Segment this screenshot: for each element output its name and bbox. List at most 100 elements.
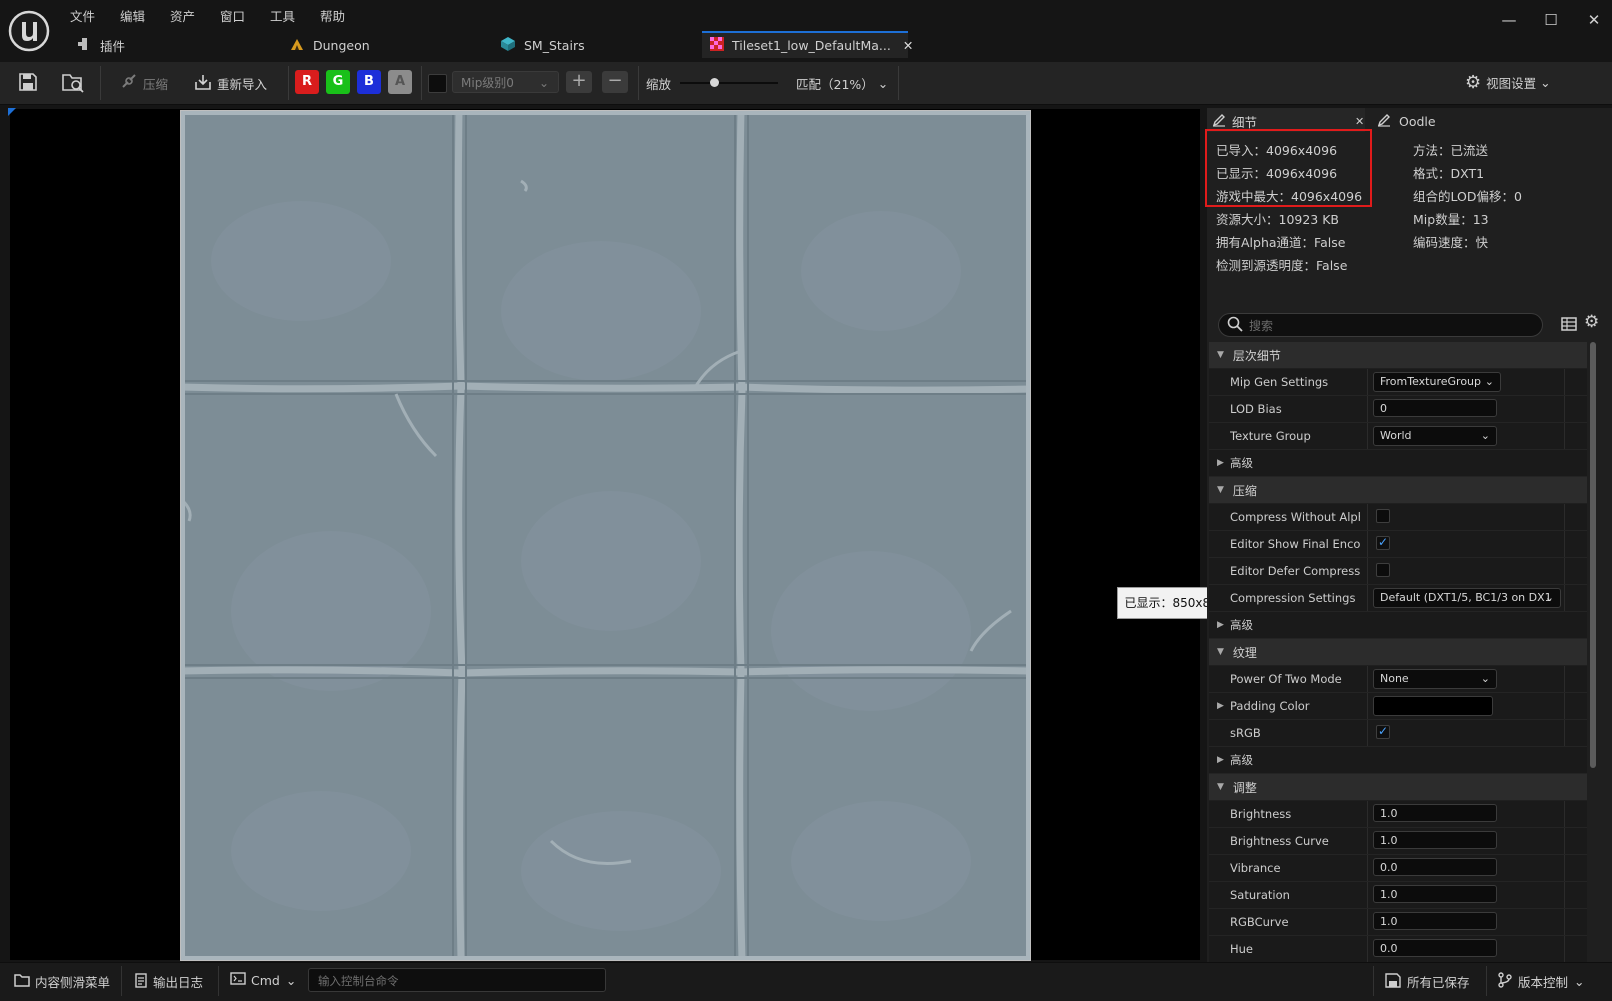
advanced-group-row[interactable]: ▶ 高级 [1209, 612, 1587, 639]
info-format: 格式：DXT1 [1413, 166, 1485, 181]
chevron-down-icon: ⌄ [1480, 672, 1490, 685]
details-search-input[interactable]: 搜索 [1218, 313, 1543, 337]
property-dropdown[interactable]: World ⌄ [1373, 426, 1497, 446]
tab-oodle[interactable]: Oodle [1377, 110, 1436, 132]
all-saved-button[interactable]: 所有已保存 [1385, 972, 1470, 991]
compress-button[interactable]: 压缩 [120, 74, 168, 93]
property-label: Brightness Curve [1230, 834, 1329, 848]
property-dropdown[interactable]: Default (DXT1/5, BC1/3 on DX1 ⌄ [1373, 588, 1561, 608]
expand-arrow-icon[interactable]: ▶ [1217, 620, 1224, 630]
source-control-button[interactable]: 版本控制 ⌄ [1498, 972, 1585, 991]
property-row: LOD Bias 0 [1209, 396, 1587, 423]
mip-increase-button[interactable]: + [566, 71, 592, 93]
category-header[interactable]: ▼ 压缩 [1209, 477, 1587, 503]
channel-g-toggle[interactable]: G [326, 70, 350, 94]
minimize-icon[interactable]: — [1496, 10, 1522, 30]
tab-plugins[interactable]: 插件 [76, 31, 125, 60]
property-row: sRGB [1209, 720, 1587, 747]
column-divider [1564, 558, 1565, 584]
property-dropdown[interactable]: None ⌄ [1373, 669, 1497, 689]
cmd-dropdown[interactable]: Cmd ⌄ [230, 972, 296, 988]
property-value-input[interactable]: 0.0 [1373, 858, 1497, 876]
mip-checkbox[interactable] [428, 74, 447, 93]
settings-gear-icon[interactable]: ⚙ [1584, 312, 1599, 332]
menu-item[interactable]: 资产 [170, 6, 195, 25]
category-header[interactable]: ▼ 层次细节 [1209, 342, 1587, 368]
zoom-fit-dropdown[interactable]: 匹配（21%） ⌄ [796, 74, 888, 93]
property-value-input[interactable]: 0 [1373, 399, 1497, 417]
maximize-icon[interactable]: ☐ [1538, 10, 1564, 30]
channel-b-toggle[interactable]: B [357, 70, 381, 94]
info-has-alpha: 拥有Alpha通道：False [1216, 235, 1346, 250]
menu-item[interactable]: 工具 [270, 6, 295, 25]
mip-level-dropdown[interactable]: Mip级别0 ⌄ [452, 71, 559, 93]
property-dropdown[interactable]: FromTextureGroup ⌄ [1373, 372, 1501, 392]
zoom-slider-thumb[interactable] [710, 78, 719, 87]
search-icon [1227, 316, 1243, 335]
tab-dungeon[interactable]: Dungeon [289, 31, 370, 60]
property-checkbox[interactable] [1376, 535, 1390, 550]
details-scrollbar[interactable] [1590, 342, 1596, 768]
category-header[interactable]: ▼ 调整 [1209, 774, 1587, 800]
output-log-button[interactable]: 输出日志 [135, 972, 203, 991]
close-window-icon[interactable]: ✕ [1581, 10, 1607, 30]
property-checkbox[interactable] [1376, 509, 1390, 523]
property-value-input[interactable]: 1.0 [1373, 831, 1497, 849]
property-checkbox[interactable] [1376, 724, 1390, 739]
tab-texture-tileset[interactable]: Tileset1_low_DefaultMa... ✕ [702, 31, 913, 58]
property-label: Texture Group [1230, 429, 1311, 443]
channel-r-toggle[interactable]: R [295, 70, 319, 94]
content-drawer-button[interactable]: 内容侧滑菜单 [14, 972, 110, 991]
toolbar-separator [288, 66, 289, 100]
table-view-icon[interactable] [1561, 316, 1577, 332]
unreal-logo[interactable] [8, 10, 50, 52]
expand-arrow-icon[interactable]: ▶ [1217, 755, 1224, 765]
menu-item[interactable]: 窗口 [220, 6, 245, 25]
expand-arrow-icon[interactable]: ▶ [1217, 458, 1224, 468]
column-divider [1367, 369, 1368, 395]
console-command-input[interactable]: 输入控制台命令 [308, 968, 606, 992]
menu-item[interactable]: 编辑 [120, 6, 145, 25]
texture-preview[interactable] [180, 110, 1031, 961]
property-label: LOD Bias [1230, 402, 1282, 416]
zoom-slider[interactable] [680, 78, 778, 87]
property-row: Brightness Curve 1.0 [1209, 828, 1587, 855]
tile-texture-image [181, 111, 1030, 960]
browse-asset-icon[interactable] [61, 72, 85, 94]
chevron-down-icon: ⌄ [1480, 429, 1490, 442]
reimport-button[interactable]: 重新导入 [194, 74, 267, 93]
mip-decrease-button[interactable]: − [602, 71, 628, 93]
tab-label: 插件 [100, 39, 126, 54]
property-value-input[interactable]: 1.0 [1373, 885, 1497, 903]
toolbar-separator [100, 66, 101, 100]
column-divider [1564, 909, 1565, 935]
plugin-icon [76, 36, 92, 55]
collapse-arrow-icon: ▼ [1217, 485, 1224, 495]
column-divider [1367, 801, 1368, 827]
property-value-input[interactable]: 1.0 [1373, 912, 1497, 930]
property-row: Mip Gen Settings FromTextureGroup ⌄ [1209, 369, 1587, 396]
save-icon[interactable] [18, 72, 38, 92]
advanced-group-row[interactable]: ▶ 高级 [1209, 747, 1587, 774]
menu-item[interactable]: 文件 [70, 6, 95, 25]
channel-a-toggle[interactable]: A [388, 70, 412, 94]
property-value-input[interactable]: 1.0 [1373, 804, 1497, 822]
status-separator [121, 966, 122, 996]
close-tab-icon[interactable]: ✕ [903, 38, 913, 53]
color-swatch[interactable] [1373, 696, 1493, 716]
close-tab-icon[interactable]: ✕ [1355, 115, 1364, 128]
gear-icon: ⚙ [1465, 72, 1482, 93]
column-divider [1564, 504, 1565, 530]
column-divider [1367, 828, 1368, 854]
property-label: Saturation [1230, 888, 1290, 902]
menu-item[interactable]: 帮助 [320, 6, 345, 25]
property-value-input[interactable]: 0.0 [1373, 939, 1497, 957]
expand-arrow-icon[interactable]: ▶ [1217, 701, 1224, 711]
advanced-group-row[interactable]: ▶ 高级 [1209, 450, 1587, 477]
category-header[interactable]: ▼ 纹理 [1209, 639, 1587, 665]
tab-sm-stairs[interactable]: SM_Stairs [500, 31, 585, 60]
property-checkbox[interactable] [1376, 563, 1390, 577]
view-settings-button[interactable]: ⚙ 视图设置 ⌄ [1465, 72, 1551, 93]
property-row: Editor Defer Compression [1209, 558, 1587, 585]
status-separator [218, 966, 219, 996]
